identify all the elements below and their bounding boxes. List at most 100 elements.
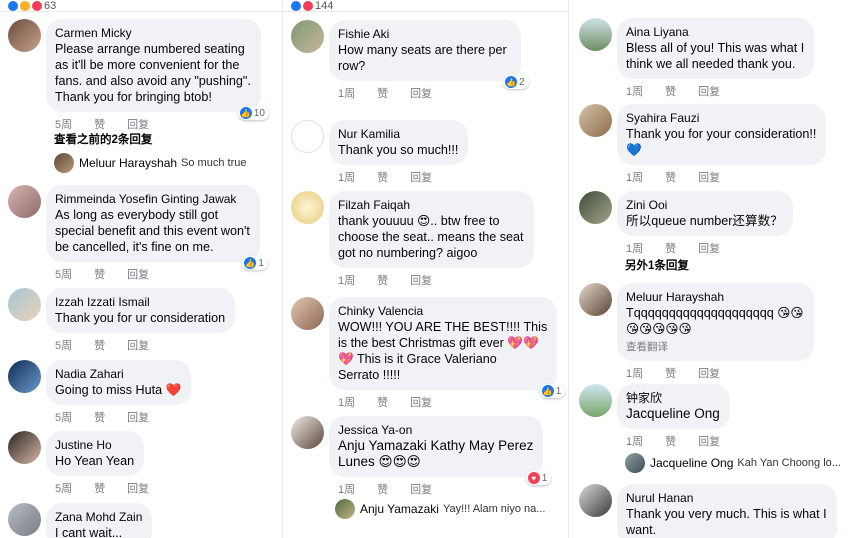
commenter-name[interactable]: Jessica Ya-on bbox=[338, 423, 533, 438]
reply-button[interactable]: 回复 bbox=[127, 480, 149, 496]
like-button[interactable]: 赞 bbox=[377, 481, 388, 497]
avatar[interactable] bbox=[579, 104, 612, 137]
reaction-badge[interactable]: 👍 1 bbox=[539, 384, 566, 398]
like-button[interactable]: 赞 bbox=[665, 433, 676, 449]
comment-actions: 1周 赞 回复 bbox=[626, 83, 814, 99]
like-button[interactable]: 赞 bbox=[377, 394, 388, 410]
avatar[interactable] bbox=[579, 384, 612, 417]
comment-bubble: Justine Ho Ho Yean Yean bbox=[46, 431, 145, 476]
reply-button[interactable]: 回复 bbox=[698, 433, 720, 449]
reaction-summary[interactable]: 144 bbox=[283, 0, 568, 12]
commenter-name[interactable]: Fishie Aki bbox=[338, 27, 507, 42]
avatar[interactable] bbox=[54, 153, 74, 173]
reaction-badge[interactable]: ♥ 1 bbox=[525, 471, 552, 485]
commenter-name[interactable]: Chinky Valencia bbox=[338, 304, 547, 319]
avatar[interactable] bbox=[625, 453, 645, 473]
like-button[interactable]: 赞 bbox=[665, 240, 676, 256]
reply-button[interactable]: 回复 bbox=[410, 272, 432, 288]
reply-button[interactable]: 回复 bbox=[127, 337, 149, 353]
commenter-name[interactable]: Carmen Micky bbox=[55, 26, 251, 41]
reply-author[interactable]: Jacqueline Ong bbox=[650, 456, 733, 470]
like-button[interactable]: 赞 bbox=[94, 266, 105, 282]
commenter-name[interactable]: Zana Mohd Zain bbox=[55, 510, 142, 525]
avatar[interactable] bbox=[335, 499, 355, 519]
view-more-replies[interactable]: 另外1条回复 bbox=[625, 257, 689, 273]
reply-button[interactable]: 回复 bbox=[410, 394, 432, 410]
reply-button[interactable]: 回复 bbox=[410, 85, 432, 101]
avatar[interactable] bbox=[291, 120, 324, 153]
commenter-name[interactable]: Zini Ooi bbox=[626, 198, 783, 213]
avatar[interactable] bbox=[579, 191, 612, 224]
avatar[interactable] bbox=[8, 360, 41, 393]
commenter-name[interactable]: Filzah Faiqah bbox=[338, 198, 524, 213]
comment-text: Going to miss Huta ❤️ bbox=[55, 383, 182, 397]
reply-button[interactable]: 回复 bbox=[410, 481, 432, 497]
like-button[interactable]: 赞 bbox=[94, 480, 105, 496]
commenter-name[interactable]: Nur Kamilia bbox=[338, 127, 458, 142]
reply-button[interactable]: 回复 bbox=[127, 266, 149, 282]
commenter-name[interactable]: 钟家欣 bbox=[626, 391, 720, 406]
commenter-name[interactable]: Nadia Zahari bbox=[55, 367, 181, 382]
commenter-name[interactable]: Syahira Fauzi bbox=[626, 111, 816, 126]
like-button[interactable]: 赞 bbox=[377, 85, 388, 101]
avatar[interactable] bbox=[8, 288, 41, 321]
commenter-name[interactable]: Justine Ho bbox=[55, 438, 134, 453]
avatar[interactable] bbox=[579, 283, 612, 316]
like-button[interactable]: 赞 bbox=[94, 116, 105, 132]
reply-button[interactable]: 回复 bbox=[127, 116, 149, 132]
comment: Nurul Hanan Thank you very much. This is… bbox=[579, 484, 837, 538]
comment-text: Bless all of you! This was what I think … bbox=[626, 41, 805, 71]
comment-actions: 1周 赞 回复 bbox=[338, 481, 543, 497]
commenter-name[interactable]: Nurul Hanan bbox=[626, 491, 827, 506]
like-button[interactable]: 赞 bbox=[94, 337, 105, 353]
avatar[interactable] bbox=[291, 297, 324, 330]
like-button[interactable]: 赞 bbox=[665, 365, 676, 381]
reaction-badge[interactable]: 👍 1 bbox=[242, 256, 268, 270]
avatar[interactable] bbox=[291, 20, 324, 53]
avatar[interactable] bbox=[8, 185, 41, 218]
reply-button[interactable]: 回复 bbox=[698, 240, 720, 256]
commenter-name[interactable]: Meluur Harayshah bbox=[626, 290, 804, 305]
reply-preview[interactable]: Anju Yamazaki Yay!!! Alam niyo na... bbox=[335, 499, 545, 519]
view-previous-replies[interactable]: 查看之前的2条回复 bbox=[54, 131, 152, 147]
comment: Justine Ho Ho Yean Yean 5周 赞 回复 bbox=[8, 431, 149, 496]
comment-bubble: Izzah Izzati Ismail Thank you for ur con… bbox=[46, 288, 236, 333]
comment-bubble: Nurul Hanan Thank you very much. This is… bbox=[617, 484, 837, 538]
see-translation-link[interactable]: 查看翻译 bbox=[626, 339, 804, 354]
comment-actions: 5周 赞 回复 bbox=[55, 409, 191, 425]
commenter-name[interactable]: Izzah Izzati Ismail bbox=[55, 295, 225, 310]
reaction-badge[interactable]: 👍 10 bbox=[237, 106, 269, 120]
avatar[interactable] bbox=[291, 416, 324, 449]
avatar[interactable] bbox=[8, 503, 41, 536]
reaction-summary[interactable]: 63 bbox=[0, 0, 282, 12]
reply-preview[interactable]: Meluur Harayshah So much true bbox=[54, 153, 246, 173]
reply-preview[interactable]: Jacqueline Ong Kah Yan Choong lo... bbox=[625, 453, 841, 473]
like-button[interactable]: 赞 bbox=[377, 272, 388, 288]
comment-text: Thank you for your consideration!! 💙 bbox=[626, 127, 817, 157]
avatar[interactable] bbox=[579, 484, 612, 517]
avatar[interactable] bbox=[8, 19, 41, 52]
reaction-count: 63 bbox=[44, 0, 57, 12]
like-button[interactable]: 赞 bbox=[665, 83, 676, 99]
reply-author[interactable]: Anju Yamazaki bbox=[360, 502, 439, 516]
avatar[interactable] bbox=[579, 18, 612, 51]
comment-text: WOW!!! YOU ARE THE BEST!!!! This is the … bbox=[338, 320, 548, 382]
reply-button[interactable]: 回复 bbox=[410, 169, 432, 185]
reaction-badge[interactable]: 👍 2 bbox=[503, 75, 529, 89]
avatar[interactable] bbox=[291, 191, 324, 224]
reply-author[interactable]: Meluur Harayshah bbox=[79, 156, 177, 170]
comment-actions: 1周 赞 回复 bbox=[338, 169, 468, 185]
reply-button[interactable]: 回复 bbox=[698, 83, 720, 99]
avatar[interactable] bbox=[8, 431, 41, 464]
comment-text: Thank you very much. This is what I want… bbox=[626, 507, 827, 537]
timestamp: 1周 bbox=[338, 88, 356, 100]
commenter-name[interactable]: Rimmeinda Yosefin Ginting Jawak bbox=[55, 192, 250, 207]
reply-button[interactable]: 回复 bbox=[698, 365, 720, 381]
timestamp: 5周 bbox=[55, 269, 73, 281]
like-button[interactable]: 赞 bbox=[94, 409, 105, 425]
reply-button[interactable]: 回复 bbox=[698, 169, 720, 185]
like-button[interactable]: 赞 bbox=[377, 169, 388, 185]
commenter-name[interactable]: Aina Liyana bbox=[626, 25, 804, 40]
reply-button[interactable]: 回复 bbox=[127, 409, 149, 425]
like-button[interactable]: 赞 bbox=[665, 169, 676, 185]
